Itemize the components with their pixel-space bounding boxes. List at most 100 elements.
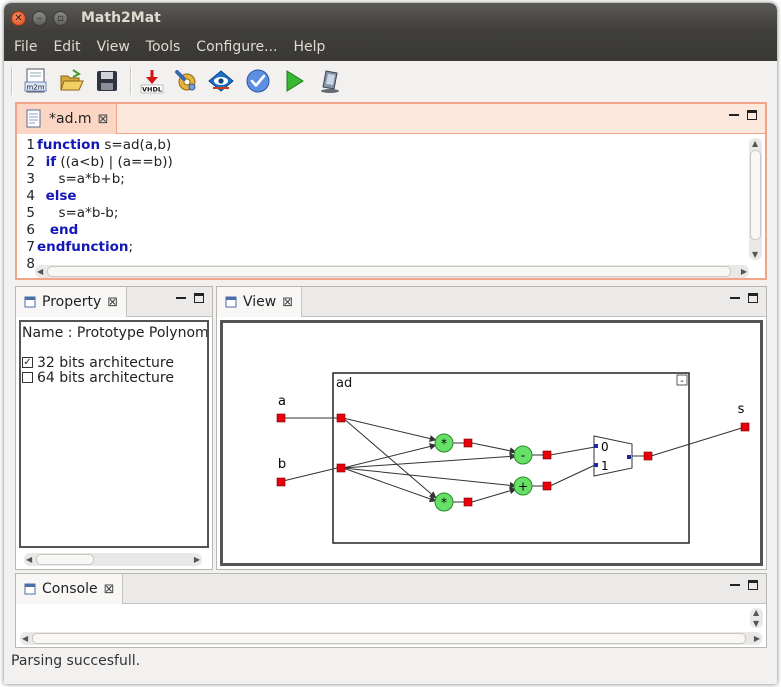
option-32-bits[interactable]: ✓ 32 bits architecture [22, 355, 174, 371]
close-tab-icon[interactable]: ⊠ [282, 295, 293, 310]
property-tabstrip: Property ⊠ [16, 287, 212, 317]
console-panel: Console ⊠ ▲ ▼ ◀ ▶ [15, 573, 767, 648]
editor-hscroll-thumb[interactable] [47, 266, 731, 277]
op-symbol: - [521, 449, 525, 463]
op-symbol: * [441, 437, 447, 451]
code-line[interactable]: 1 function s=ad(a,b) [21, 137, 173, 154]
minimize-panel-icon[interactable] [176, 289, 186, 299]
device-button[interactable] [316, 67, 344, 95]
diagram-canvas[interactable]: ad - a b s * * - + 0 1 [220, 320, 763, 566]
maximize-panel-icon[interactable] [748, 293, 758, 303]
op-output-port [463, 438, 473, 448]
code-editor[interactable]: 1 function s=ad(a,b) 2 if ((a<b) | (a==b))… [21, 137, 173, 273]
settings-button[interactable] [172, 67, 200, 95]
toolbar: m2m VHDL [4, 61, 777, 101]
tab-label: *ad.m [49, 111, 92, 127]
code-text: s=a*b-b; [37, 205, 119, 221]
code-text: ; [128, 239, 134, 255]
option-64-bits[interactable]: 64 bits architecture [22, 370, 174, 386]
editor-vscrollbar[interactable]: ▲ ▼ [749, 138, 762, 260]
editor-vscroll-thumb[interactable] [750, 150, 761, 240]
tab-view[interactable]: View ⊠ [217, 287, 303, 317]
code-line[interactable]: 3 s=a*b+b; [21, 171, 173, 188]
menu-edit[interactable]: Edit [43, 39, 86, 55]
input-port-b[interactable] [276, 477, 286, 487]
title-bar: ✕ – ▫ Math2Mat [4, 3, 777, 33]
save-button[interactable] [93, 67, 121, 95]
editor-hscrollbar[interactable]: ◀ ▶ [35, 265, 749, 278]
code-keyword: else [45, 188, 77, 204]
check-button[interactable] [244, 67, 272, 95]
scroll-left-icon: ◀ [37, 267, 44, 276]
code-line[interactable]: 4 else [21, 188, 173, 205]
close-tab-icon[interactable]: ⊠ [107, 295, 118, 310]
checkbox-32-bits[interactable]: ✓ [22, 357, 33, 368]
generate-vhdl-button[interactable]: VHDL [138, 67, 166, 95]
code-line[interactable]: 2 if ((a<b) | (a==b)) [21, 154, 172, 171]
console-hscroll-thumb[interactable] [32, 633, 746, 644]
open-button[interactable] [58, 67, 86, 95]
close-tab-icon[interactable]: ⊠ [98, 112, 109, 127]
output-label-s: s [738, 402, 745, 417]
input-port-a[interactable] [276, 413, 286, 423]
toolbar-separator [130, 67, 132, 95]
code-text: s=ad(a,b) [100, 137, 172, 153]
minimize-panel-icon[interactable] [729, 106, 739, 116]
line-number: 5 [26, 205, 35, 221]
view-tabstrip: View ⊠ [217, 287, 766, 317]
close-tab-icon[interactable]: ⊠ [104, 582, 115, 597]
tab-ad-m[interactable]: *ad.m ⊠ [17, 104, 118, 134]
menu-tools[interactable]: Tools [136, 39, 187, 55]
line-number: 3 [26, 171, 35, 187]
menu-configure[interactable]: Configure... [186, 39, 283, 55]
console-tabstrip: Console ⊠ [16, 574, 766, 604]
scroll-up-icon: ▲ [753, 608, 760, 617]
maximize-panel-icon[interactable] [748, 580, 758, 590]
menu-view[interactable]: View [87, 39, 136, 55]
console-vscrollbar[interactable]: ▲ ▼ [750, 608, 763, 628]
line-number: 7 [26, 239, 35, 255]
tab-label: Console [42, 581, 98, 597]
console-view-icon [24, 583, 36, 595]
code-text: s=a*b+b; [37, 171, 125, 187]
minimize-panel-icon[interactable] [730, 576, 740, 586]
new-m2m-button[interactable]: m2m [22, 67, 50, 95]
panel-controls [730, 293, 758, 303]
mux-output-port [643, 451, 653, 461]
close-window-button[interactable]: ✕ [11, 11, 26, 26]
console-hscrollbar[interactable]: ◀ ▶ [20, 632, 762, 645]
view-icon [208, 70, 234, 92]
maximize-window-button[interactable]: ▫ [53, 11, 68, 26]
minimize-window-button[interactable]: – [32, 11, 47, 26]
menu-help[interactable]: Help [284, 39, 332, 55]
block-ad[interactable] [332, 372, 690, 544]
run-button[interactable] [280, 67, 308, 95]
tab-property[interactable]: Property ⊠ [16, 287, 128, 317]
new-m2m-icon: m2m [24, 68, 47, 93]
tab-console[interactable]: Console ⊠ [16, 574, 124, 604]
scroll-down-icon: ▼ [753, 619, 760, 628]
view-button[interactable] [207, 67, 235, 95]
scroll-right-icon: ▶ [740, 267, 747, 276]
property-content: Name : Prototype Polynome ✓ 32 bits arch… [19, 320, 209, 548]
menu-file[interactable]: File [4, 39, 43, 55]
checkbox-64-bits[interactable] [22, 372, 33, 383]
op-symbol: * [441, 496, 447, 510]
mux-input-port [594, 463, 598, 467]
property-hscrollbar[interactable]: ◀ ▶ [24, 553, 202, 566]
collapse-label: - [680, 376, 684, 387]
code-line[interactable]: 7 endfunction; [21, 239, 173, 256]
line-number: 4 [26, 188, 35, 204]
code-line[interactable]: 6 end [21, 222, 173, 239]
input-label-a: a [278, 394, 286, 409]
code-line[interactable]: 5 s=a*b-b; [21, 205, 173, 222]
minimize-panel-icon[interactable] [730, 289, 740, 299]
maximize-panel-icon[interactable] [194, 293, 204, 303]
output-port-s[interactable] [740, 422, 750, 432]
property-hscroll-thumb[interactable] [36, 554, 94, 565]
device-icon [321, 70, 339, 93]
maximize-panel-icon[interactable] [747, 110, 757, 120]
